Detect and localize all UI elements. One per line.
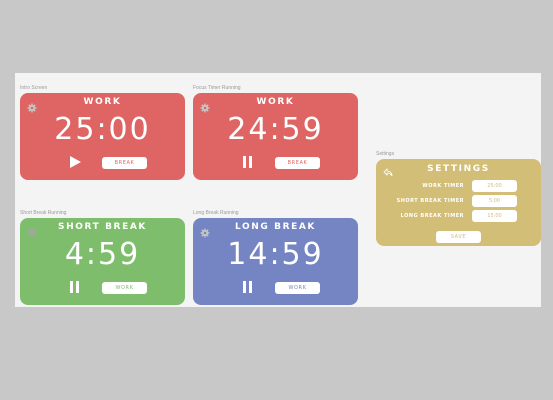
work-button[interactable]: WORK: [275, 282, 320, 294]
long-break-timer-row: LONG BREAK TIMER 15:00: [376, 210, 541, 222]
work-timer-label: WORK TIMER: [422, 183, 464, 189]
play-icon[interactable]: [68, 155, 82, 169]
timer-title: WORK: [256, 97, 295, 107]
short-break-timer-label: SHORT BREAK TIMER: [396, 198, 464, 204]
frame-label-intro: Intro Screen: [20, 85, 48, 91]
timer-card-short-break: SHORT BREAK 4:59 WORK: [20, 218, 185, 305]
timer-display: 25:00: [54, 112, 151, 147]
timer-title: WORK: [83, 97, 122, 107]
short-break-timer-input[interactable]: 5:00: [472, 195, 517, 207]
pause-icon[interactable]: [241, 280, 255, 294]
save-button[interactable]: SAVE: [436, 231, 481, 243]
frame-label-long-break: Long Break Running: [193, 210, 239, 216]
frame-label-settings: Settings: [376, 151, 395, 157]
work-timer-input[interactable]: 25:00: [472, 180, 517, 192]
long-break-timer-label: LONG BREAK TIMER: [400, 213, 464, 219]
timer-card-intro: WORK 25:00 BREAK: [20, 93, 185, 180]
frame-label-short-break: Short Break Running: [20, 210, 67, 216]
work-button[interactable]: WORK: [102, 282, 147, 294]
long-break-timer-input[interactable]: 15:00: [472, 210, 517, 222]
timer-title: SHORT BREAK: [58, 222, 147, 232]
short-break-timer-row: SHORT BREAK TIMER 5:00: [376, 195, 541, 207]
frame-label-focus: Focus Timer Running: [193, 85, 241, 91]
pause-icon[interactable]: [241, 155, 255, 169]
timer-title: LONG BREAK: [235, 222, 316, 232]
break-button[interactable]: BREAK: [275, 157, 320, 169]
settings-title: SETTINGS: [427, 164, 490, 174]
design-canvas: Intro Screen WORK 25:00 BREAK Focus Time…: [15, 73, 541, 307]
settings-card: SETTINGS WORK TIMER 25:00 SHORT BREAK TI…: [376, 159, 541, 246]
pause-icon[interactable]: [68, 280, 82, 294]
timer-display: 24:59: [227, 112, 324, 147]
work-timer-row: WORK TIMER 25:00: [376, 180, 541, 192]
timer-display: 14:59: [227, 237, 324, 272]
break-button[interactable]: BREAK: [102, 157, 147, 169]
timer-card-long-break: LONG BREAK 14:59 WORK: [193, 218, 358, 305]
timer-card-focus: WORK 24:59 BREAK: [193, 93, 358, 180]
timer-display: 4:59: [64, 237, 141, 272]
